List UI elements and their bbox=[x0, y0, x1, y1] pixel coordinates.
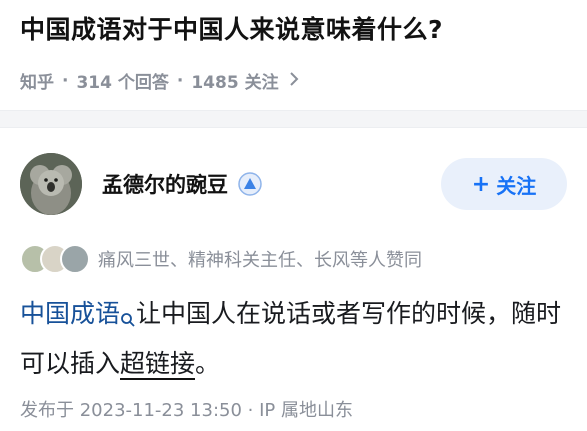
content-text-end: 。 bbox=[195, 349, 221, 378]
separator-dot: · bbox=[62, 70, 69, 91]
author-name[interactable]: 孟德尔的豌豆 bbox=[102, 169, 228, 199]
answer-content[interactable]: 中国成语 让中国人在说话或者写作的时候，随时可以插入超链接。 bbox=[20, 292, 567, 386]
chevron-right-icon bbox=[289, 71, 299, 90]
keyword-link[interactable]: 中国成语 bbox=[20, 299, 120, 328]
follow-button[interactable]: + 关注 bbox=[441, 158, 567, 210]
search-icon bbox=[120, 298, 136, 342]
endorsement-text: 痛风三世、精神科关主任、长风等人赞同 bbox=[98, 250, 422, 271]
plus-icon: + bbox=[471, 171, 491, 197]
follow-label: 关注 bbox=[496, 173, 537, 198]
endorsement-row[interactable]: 痛风三世、精神科关主任、长风等人赞同 bbox=[20, 244, 567, 274]
highlight-text: 超链接 bbox=[120, 349, 196, 380]
source-label: 知乎 bbox=[20, 73, 54, 93]
question-header: 中国成语对于中国人来说意味着什么? 知乎 · 314 个回答 · 1485 关注 bbox=[0, 0, 587, 110]
answer-count: 314 个回答 bbox=[76, 73, 169, 93]
avatar[interactable] bbox=[20, 153, 82, 215]
separator-dot: · bbox=[176, 70, 184, 91]
answer-card: 孟德尔的豌豆 + 关注 痛风三世、精神科关主任、长风等人赞同 中国成语 让中国人在… bbox=[0, 144, 587, 422]
follower-count: 1485 关注 bbox=[191, 73, 279, 93]
author-row: 孟德尔的豌豆 + 关注 bbox=[20, 144, 567, 224]
publish-info: 发布于 2023-11-23 13:50 · IP 属地山东 bbox=[20, 400, 353, 421]
endorser-avatars bbox=[20, 244, 90, 274]
question-meta[interactable]: 知乎 · 314 个回答 · 1485 关注 bbox=[20, 68, 565, 93]
section-divider bbox=[0, 110, 587, 128]
creator-badge-icon bbox=[238, 172, 262, 196]
endorser-avatar bbox=[60, 244, 90, 274]
question-title[interactable]: 中国成语对于中国人来说意味着什么? bbox=[20, 14, 565, 46]
